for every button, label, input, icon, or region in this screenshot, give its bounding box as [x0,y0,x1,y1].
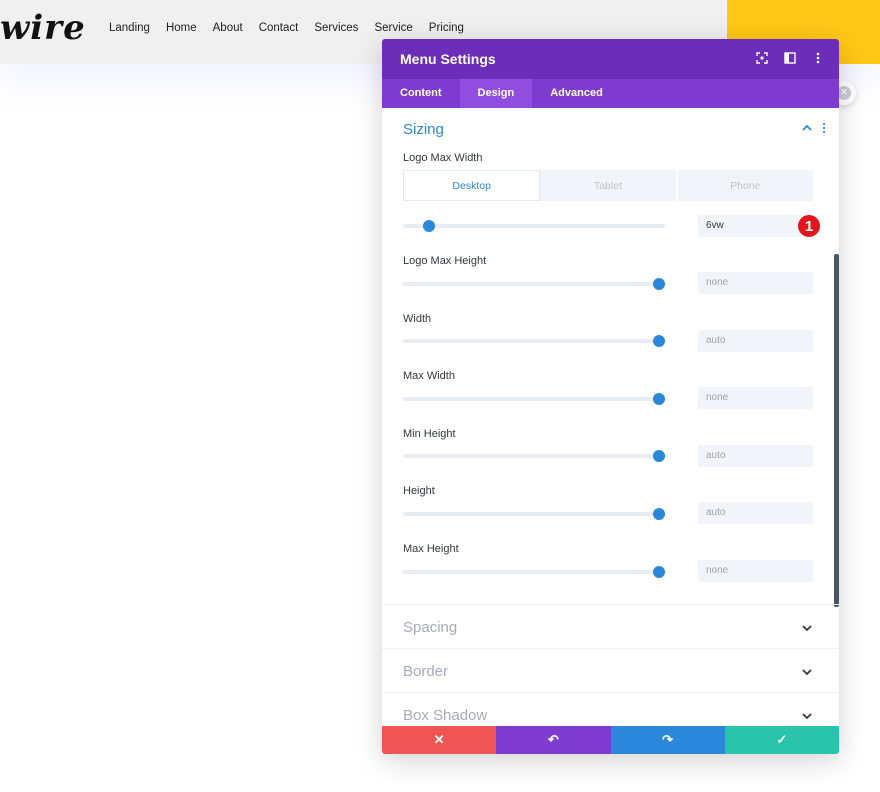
main-nav: Landing Home About Contact Services Serv… [109,22,480,34]
nav-link-services[interactable]: Services [314,22,358,34]
box-shadow-title: Box Shadow [403,707,488,724]
modal-tabs: Content Design Advanced [382,79,839,108]
cancel-button[interactable]: ✕ [382,726,497,754]
tab-advanced[interactable]: Advanced [532,79,621,108]
slider-knob[interactable] [653,450,665,462]
border-title: Border [403,663,449,680]
nav-link-pricing[interactable]: Pricing [429,22,464,34]
settings-modal: Menu Settings Content Design Advanced Si… [382,39,839,754]
redo-icon: ↷ [662,732,674,747]
height-input[interactable]: auto [698,502,813,524]
tab-content[interactable]: Content [382,79,460,108]
chevron-down-icon[interactable] [801,666,813,678]
save-button[interactable]: ✓ [724,726,839,754]
nav-link-home[interactable]: Home [166,22,197,34]
section-spacing[interactable]: Spacing [382,604,839,648]
slider-knob[interactable] [653,508,665,520]
redo-button[interactable]: ↷ [610,726,725,754]
scrollbar[interactable] [834,254,839,607]
width-input[interactable]: auto [698,330,813,352]
section-options-icon[interactable] [821,122,827,134]
max-width-slider[interactable] [403,393,665,405]
nav-link-landing[interactable]: Landing [109,22,150,34]
width-slider[interactable] [403,335,665,347]
device-tab-desktop[interactable]: Desktop [403,170,541,201]
step-badge: 1 [797,214,821,238]
modal-footer: ✕ ↶ ↷ ✓ [382,726,839,754]
logo-max-width-slider[interactable] [403,220,665,232]
slider-knob[interactable] [653,278,665,290]
min-height-label: Min Height [403,428,456,440]
close-icon: ✕ [433,732,445,747]
modal-header: Menu Settings [382,39,839,79]
section-box-shadow[interactable]: Box Shadow [382,692,839,726]
logo-max-height-label: Logo Max Height [403,255,487,267]
tab-design[interactable]: Design [459,79,533,108]
spacing-title: Spacing [403,619,458,636]
logo-max-height-slider[interactable] [403,278,665,290]
height-slider[interactable] [403,508,665,520]
slider-knob[interactable] [653,393,665,405]
check-icon: ✓ [776,732,788,747]
slider-knob[interactable] [423,220,435,232]
undo-icon: ↶ [547,732,559,747]
logo-max-width-label: Logo Max Width [403,152,483,164]
undo-button[interactable]: ↶ [496,726,611,754]
screenshot-icon[interactable] [755,51,769,65]
close-icon: × [837,86,851,100]
device-tab-phone[interactable]: Phone [678,170,813,201]
slider-knob[interactable] [653,566,665,578]
device-tab-tablet[interactable]: Tablet [540,170,678,201]
max-height-slider[interactable] [403,566,665,578]
logo-max-width-input[interactable]: 6vw [698,215,813,237]
page: wire Landing Home About Contact Services… [0,0,880,792]
chevron-up-icon[interactable] [801,122,813,134]
min-height-input[interactable]: auto [698,445,813,467]
max-height-input[interactable]: none [698,560,813,582]
more-options-icon[interactable] [811,51,825,65]
header-icons [755,51,825,65]
nav-link-contact[interactable]: Contact [259,22,299,34]
max-width-input[interactable]: none [698,387,813,409]
min-height-slider[interactable] [403,450,665,462]
logo-max-height-input[interactable]: none [698,272,813,294]
nav-link-service[interactable]: Service [374,22,412,34]
modal-title: Menu Settings [400,51,496,67]
device-tabs: Desktop Tablet Phone [403,170,813,201]
nav-link-about[interactable]: About [213,22,243,34]
chevron-down-icon[interactable] [801,622,813,634]
width-label: Width [403,313,432,325]
slider-knob[interactable] [653,335,665,347]
section-border[interactable]: Border [382,648,839,692]
height-label: Height [403,485,435,497]
sizing-section-header[interactable]: Sizing [382,108,839,150]
max-height-label: Max Height [403,543,459,555]
max-width-label: Max Width [403,370,455,382]
sizing-title: Sizing [403,121,444,138]
split-view-icon[interactable] [783,51,797,65]
modal-body: Sizing Logo Max Width Desktop Tablet Pho… [382,108,839,726]
chevron-down-icon[interactable] [801,710,813,722]
site-logo[interactable]: wire [0,8,86,48]
